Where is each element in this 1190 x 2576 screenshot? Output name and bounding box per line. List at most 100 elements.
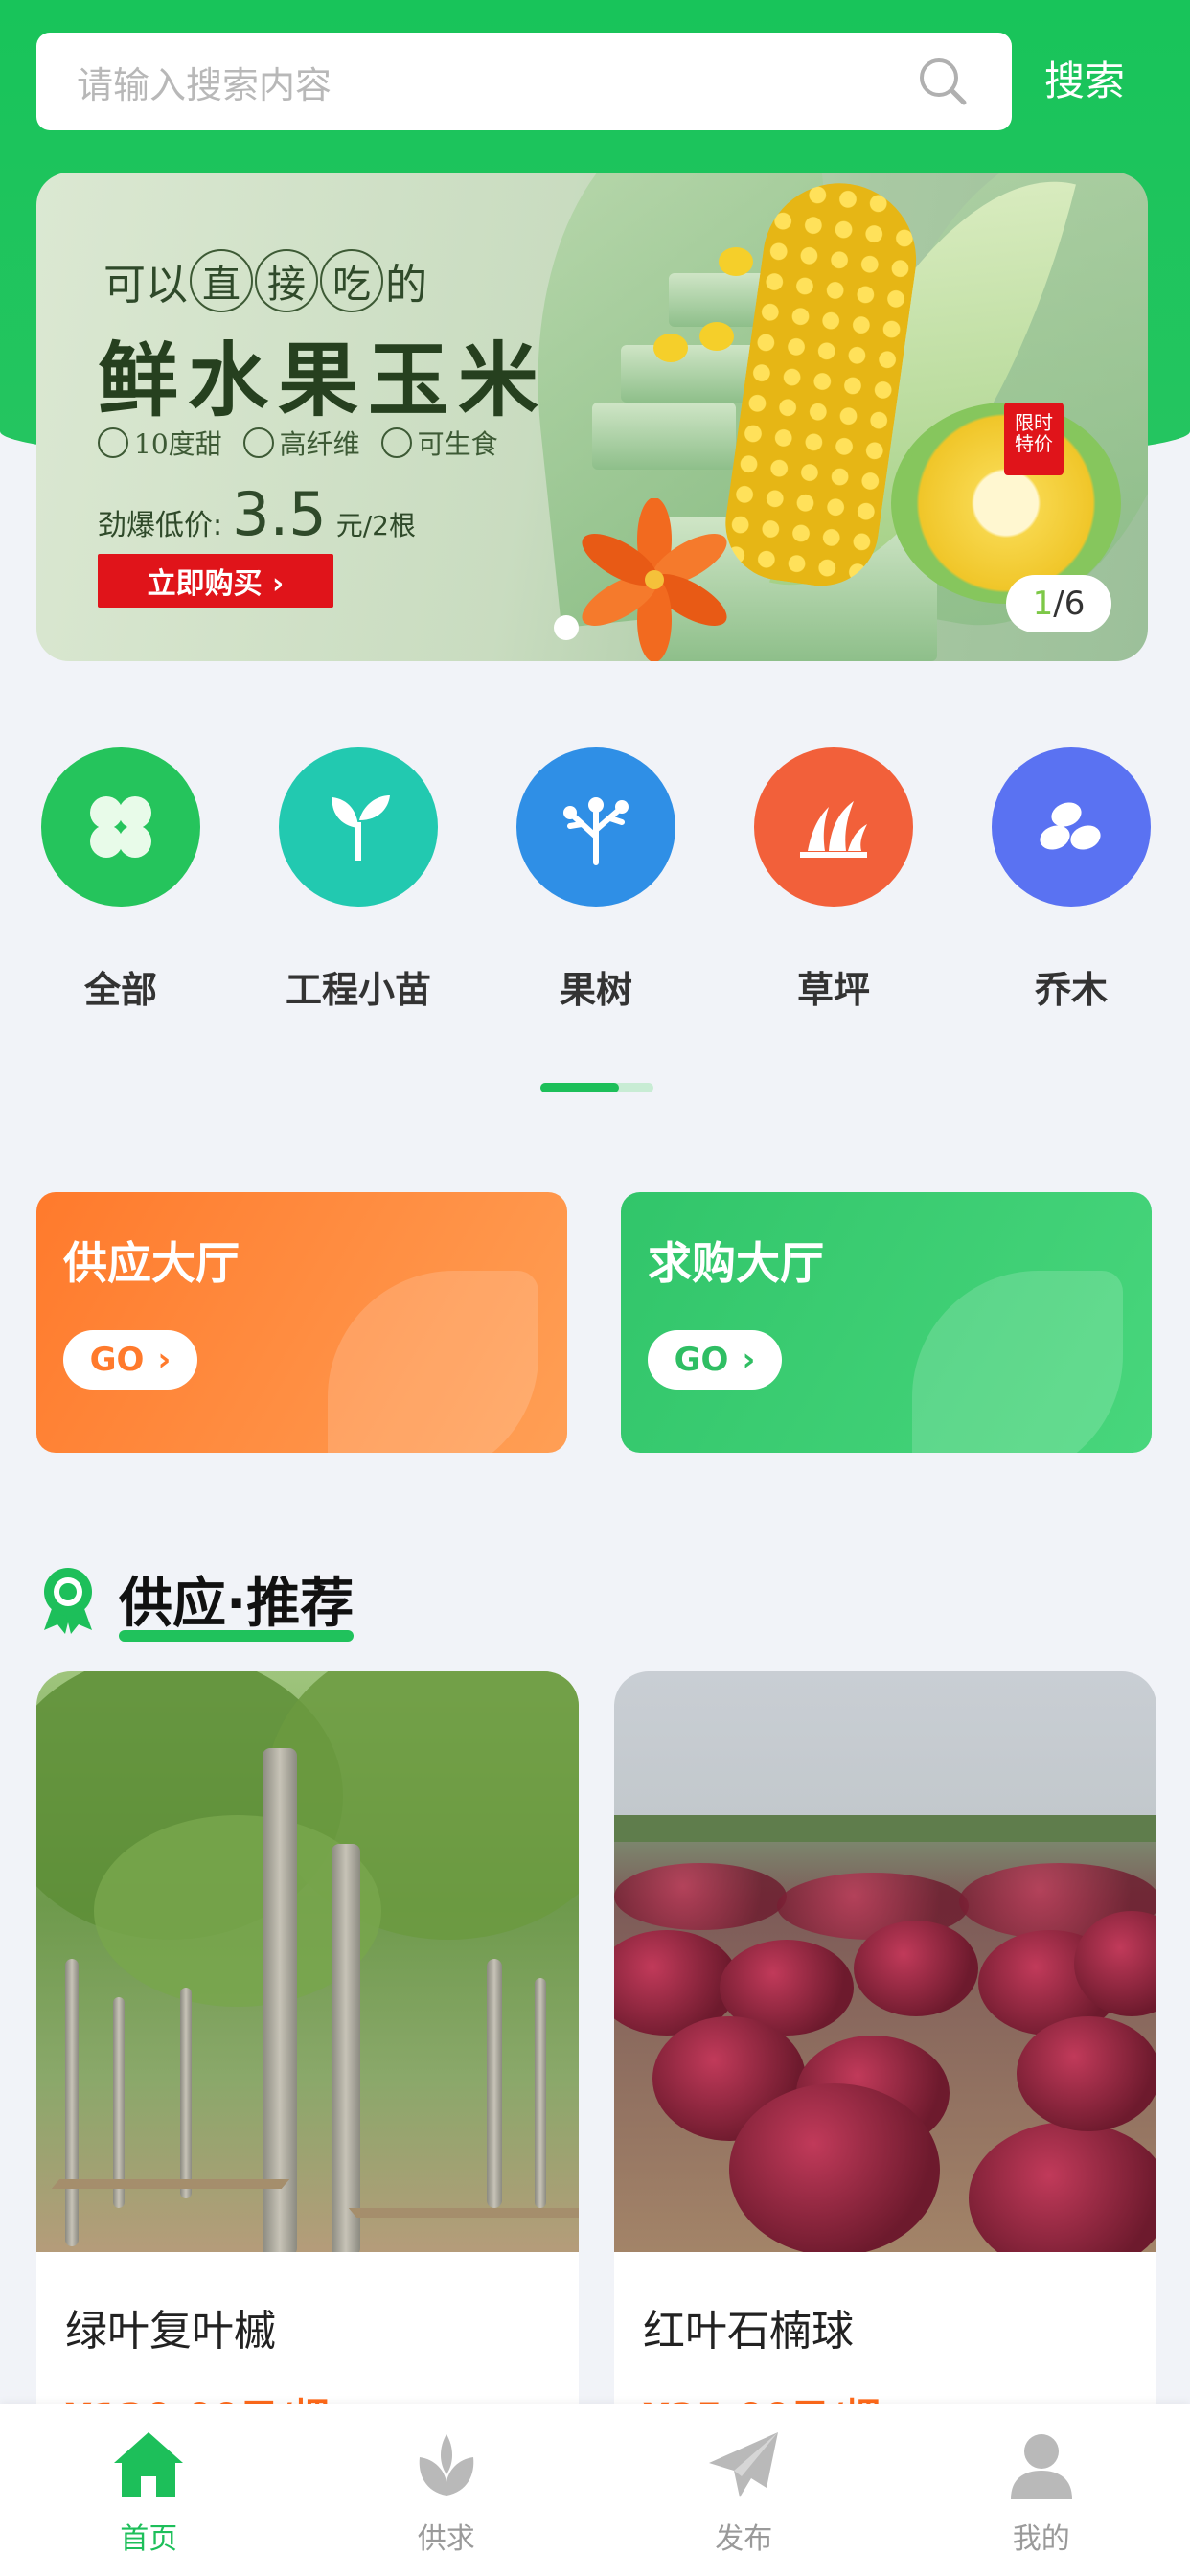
category-label: 全部 bbox=[83, 969, 157, 1011]
category-icon-circle bbox=[41, 748, 200, 907]
chevron-right-icon: › bbox=[157, 1341, 172, 1379]
category-scroll-indicator bbox=[540, 1083, 653, 1092]
seedling-icon bbox=[332, 795, 390, 861]
plant-icon bbox=[419, 2434, 474, 2496]
tab-label: 首页 bbox=[120, 2522, 178, 2556]
grass-icon bbox=[800, 801, 867, 858]
product-name: 红叶石楠球 bbox=[643, 2307, 854, 2356]
price-value: 3.5 bbox=[232, 479, 327, 549]
category-icon-circle bbox=[279, 748, 438, 907]
furrow bbox=[51, 2179, 290, 2189]
trunk bbox=[535, 1978, 546, 2208]
bottom-tab-bar: 首页 供求 发布 我的 bbox=[0, 2404, 1190, 2576]
search-button[interactable]: 搜索 bbox=[1044, 48, 1125, 115]
tab-supply-demand[interactable]: 供求 bbox=[298, 2404, 596, 2576]
tab-label: 供求 bbox=[417, 2522, 475, 2556]
platform-step bbox=[592, 402, 736, 470]
search-input[interactable]: 请输入搜索内容 bbox=[36, 33, 1012, 130]
product-card[interactable]: 红叶石楠球 ¥25.00元/棵 安徽肥东 bbox=[614, 1671, 1156, 2457]
category-row: 全部 工程小苗 果树 草坪 乔木 bbox=[0, 748, 1190, 1016]
banner-price: 劲爆低价: 3.5 元/2根 bbox=[98, 479, 416, 549]
category-label: 工程小苗 bbox=[285, 969, 431, 1011]
beans-icon bbox=[1040, 802, 1101, 850]
shrub bbox=[729, 2083, 940, 2252]
kicker-text: 的 bbox=[385, 261, 427, 310]
category-label: 乔木 bbox=[1034, 969, 1108, 1011]
furrow bbox=[348, 2208, 579, 2218]
corn-kernel bbox=[653, 334, 688, 362]
tab-label: 我的 bbox=[1012, 2522, 1070, 2556]
limited-sale-tag: 限时 特价 bbox=[1004, 402, 1064, 475]
feature-label: 10度甜 bbox=[134, 428, 222, 460]
feature-label: 可生食 bbox=[417, 428, 498, 460]
feature-item: 可生食 bbox=[380, 424, 498, 462]
paper-plane-icon bbox=[709, 2432, 779, 2497]
supply-hall-card[interactable]: 供应大厅 GO › bbox=[36, 1192, 567, 1453]
tab-publish[interactable]: 发布 bbox=[595, 2404, 893, 2576]
trunk bbox=[332, 1844, 360, 2252]
award-ribbon-icon bbox=[44, 1567, 92, 1634]
trunk bbox=[180, 1988, 192, 2198]
corn-kernel bbox=[699, 322, 734, 351]
product-name: 绿叶复叶槭 bbox=[65, 2307, 276, 2356]
cart-decoration bbox=[912, 1271, 1123, 1453]
section-title-wrap: 供应·推荐 bbox=[119, 1560, 355, 1642]
scroll-thumb bbox=[540, 1083, 619, 1092]
feature-item: 高纤维 bbox=[242, 424, 360, 462]
category-icon-circle bbox=[516, 748, 675, 907]
chevron-right-icon: › bbox=[742, 1341, 756, 1379]
section-header: 供应·推荐 bbox=[36, 1560, 355, 1642]
category-label: 草坪 bbox=[796, 969, 870, 1011]
price-label: 劲爆低价: bbox=[98, 509, 223, 542]
banner-features: 10度甜 高纤维 可生食 bbox=[98, 424, 498, 462]
buy-now-button[interactable]: 立即购买 › bbox=[98, 554, 333, 608]
shrub bbox=[854, 1920, 978, 2016]
trunk bbox=[65, 1959, 79, 2246]
category-label: 果树 bbox=[559, 969, 632, 1011]
trunk bbox=[263, 1748, 297, 2252]
tab-profile[interactable]: 我的 bbox=[893, 2404, 1190, 2576]
page-separator: / bbox=[1053, 585, 1064, 623]
section-title: 供应·推荐 bbox=[119, 1573, 355, 1635]
search-icon[interactable] bbox=[914, 53, 972, 110]
horizon bbox=[614, 1815, 1156, 1842]
category-lawn[interactable]: 草坪 bbox=[728, 748, 939, 1013]
page-total: 6 bbox=[1064, 585, 1086, 623]
kicker-circled-char: 直 bbox=[190, 249, 253, 312]
feature-item: 10度甜 bbox=[98, 424, 222, 462]
go-label: GO bbox=[674, 1341, 729, 1379]
category-icon-circle bbox=[754, 748, 913, 907]
category-seedlings[interactable]: 工程小苗 bbox=[253, 748, 464, 1013]
product-card[interactable]: 绿叶复叶槭 ¥120.00元/棵 河北保定 bbox=[36, 1671, 579, 2457]
leaf-decoration bbox=[328, 1271, 538, 1453]
fruit-tree-icon bbox=[563, 797, 629, 865]
demand-go-button[interactable]: GO › bbox=[648, 1330, 782, 1390]
go-label: GO bbox=[89, 1341, 145, 1379]
supply-go-button[interactable]: GO › bbox=[63, 1330, 197, 1390]
category-all[interactable]: 全部 bbox=[15, 748, 226, 1013]
tag-line: 特价 bbox=[1015, 432, 1053, 455]
page-current: 1 bbox=[1032, 585, 1054, 623]
leaf-icon bbox=[380, 427, 412, 458]
fiber-icon bbox=[242, 427, 274, 458]
kicker-circled-char: 吃 bbox=[320, 249, 383, 312]
carousel-dot[interactable] bbox=[554, 615, 579, 640]
promo-banner[interactable]: 限时 特价 可以 直 接 吃 的 鲜水果玉米 10度甜 高纤维 可生食 劲爆低价… bbox=[36, 172, 1148, 661]
tag-line: 限时 bbox=[1015, 411, 1053, 434]
banner-kicker: 可以 直 接 吃 的 bbox=[103, 249, 427, 312]
product-image-trees bbox=[36, 1671, 579, 2252]
kicker-text: 可以 bbox=[103, 261, 188, 310]
tab-home[interactable]: 首页 bbox=[0, 2404, 298, 2576]
category-icon-circle bbox=[992, 748, 1151, 907]
category-arbor[interactable]: 乔木 bbox=[966, 748, 1177, 1013]
product-image-shrubs bbox=[614, 1671, 1156, 2252]
banner-title: 鲜水果玉米 bbox=[98, 333, 549, 427]
shrub bbox=[614, 1863, 787, 1930]
trunk bbox=[113, 1997, 125, 2208]
category-fruit-trees[interactable]: 果树 bbox=[491, 748, 701, 1013]
flower-decoration bbox=[582, 498, 727, 661]
carousel-page-indicator: 1 / 6 bbox=[1006, 575, 1111, 632]
demand-hall-card[interactable]: 求购大厅 GO › bbox=[621, 1192, 1152, 1453]
sweet-icon bbox=[98, 427, 128, 458]
search-placeholder: 请输入搜索内容 bbox=[77, 63, 332, 106]
